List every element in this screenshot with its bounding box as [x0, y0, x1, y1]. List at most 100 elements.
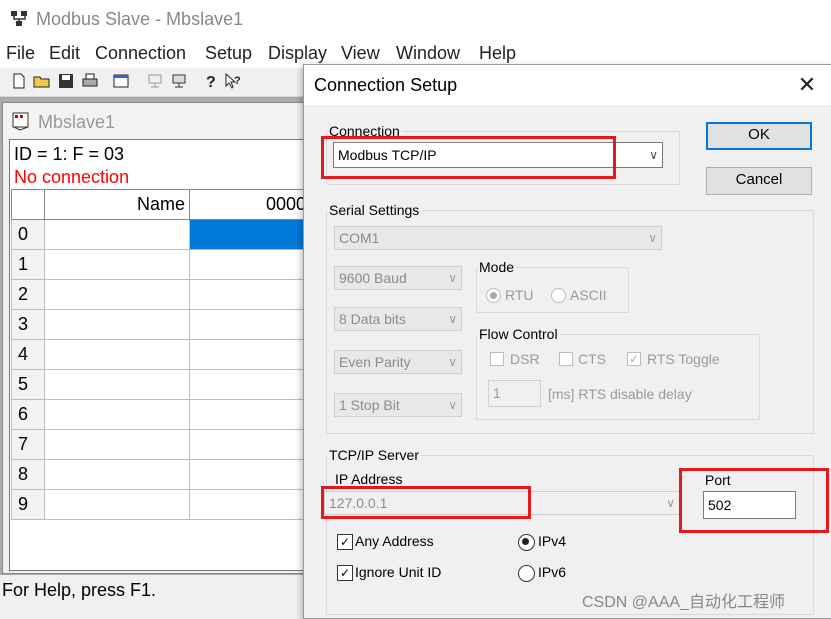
- help-icon[interactable]: ?: [201, 72, 219, 90]
- window-icon[interactable]: [112, 72, 130, 90]
- grid-cell[interactable]: [44, 459, 190, 490]
- grid-cell[interactable]: [44, 369, 190, 400]
- mode-label: Mode: [479, 259, 515, 275]
- mode-group: Mode: [476, 259, 629, 313]
- grid-cell[interactable]: [189, 369, 311, 400]
- grid-cell[interactable]: [44, 339, 190, 370]
- mode-ascii-label: ASCII: [570, 287, 607, 303]
- cts-checkbox[interactable]: [559, 352, 573, 366]
- row-header: 3: [11, 309, 45, 340]
- print-icon[interactable]: [81, 72, 99, 90]
- grid-cell[interactable]: [189, 489, 311, 520]
- any-address-label: Any Address: [355, 533, 434, 549]
- grid-cell[interactable]: [189, 249, 311, 280]
- grid-corner: [11, 189, 45, 220]
- menu-view[interactable]: View: [341, 43, 380, 64]
- slave-id-line: ID = 1: F = 03: [14, 144, 125, 164]
- menu-display[interactable]: Display: [268, 43, 327, 64]
- close-icon[interactable]: ✕: [792, 71, 822, 101]
- mbslave-child-window: Mbslave1 ID = 1: F = 03 No connection Na…: [2, 102, 314, 574]
- grid-header-address[interactable]: 0000: [189, 189, 311, 220]
- menu-edit[interactable]: Edit: [49, 43, 80, 64]
- grid-cell[interactable]: [44, 399, 190, 430]
- rts-toggle-checkbox[interactable]: ✓: [627, 352, 641, 366]
- highlight-ip-address: [321, 486, 531, 519]
- grid-cell[interactable]: [189, 309, 311, 340]
- stop-bits-select[interactable]: 1 Stop Bit ∨: [334, 393, 462, 417]
- new-file-icon[interactable]: [10, 72, 28, 90]
- ipv6-radio[interactable]: [518, 565, 535, 582]
- highlight-connection: [321, 136, 616, 179]
- grid-cell[interactable]: [44, 489, 190, 520]
- chevron-down-icon: ∨: [448, 312, 457, 326]
- grid-cell[interactable]: [189, 339, 311, 370]
- dsr-label: DSR: [510, 351, 540, 367]
- row-header: 1: [11, 249, 45, 280]
- menu-connection[interactable]: Connection: [95, 43, 186, 64]
- chevron-down-icon: ∨: [648, 231, 657, 245]
- rts-delay-input[interactable]: 1: [488, 380, 541, 407]
- any-address-checkbox[interactable]: ✓: [337, 534, 353, 550]
- mode-rtu-label: RTU: [505, 287, 534, 303]
- menu-file[interactable]: File: [6, 43, 35, 64]
- ignore-unit-id-checkbox[interactable]: ✓: [337, 565, 353, 581]
- app-titlebar: Modbus Slave - Mbslave1: [0, 0, 831, 40]
- parity-select[interactable]: Even Parity ∨: [334, 350, 462, 374]
- ignore-unit-id-label: Ignore Unit ID: [355, 564, 442, 580]
- dsr-checkbox[interactable]: [490, 352, 504, 366]
- connection-setup-dialog: Connection Setup ✕ Connection Modbus TCP…: [303, 64, 831, 619]
- flow-control-label: Flow Control: [479, 326, 558, 342]
- grid-header-name[interactable]: Name: [44, 189, 190, 220]
- grid-cell[interactable]: [189, 459, 311, 490]
- rts-delay-label: [ms] RTS disable delay: [548, 386, 692, 402]
- grid-cell[interactable]: [189, 279, 311, 310]
- row-header: 7: [11, 429, 45, 460]
- document-icon: [12, 112, 29, 131]
- row-header: 2: [11, 279, 45, 310]
- child-title: Mbslave1: [38, 112, 116, 132]
- context-help-icon[interactable]: ?: [224, 72, 242, 90]
- ipv6-label: IPv6: [538, 564, 567, 580]
- open-folder-icon[interactable]: [33, 72, 51, 90]
- menu-setup[interactable]: Setup: [205, 43, 252, 64]
- dialog-title: Connection Setup: [314, 75, 458, 95]
- chevron-down-icon: ∨: [448, 271, 457, 285]
- row-header: 0: [11, 219, 45, 250]
- mode-ascii-radio[interactable]: [551, 288, 566, 303]
- grid-cell[interactable]: [44, 279, 190, 310]
- ok-button[interactable]: OK: [706, 122, 812, 150]
- data-bits-select[interactable]: 8 Data bits ∨: [334, 307, 462, 331]
- baud-select[interactable]: 9600 Baud ∨: [334, 266, 462, 290]
- grid-cell[interactable]: [189, 429, 311, 460]
- mode-rtu-radio[interactable]: [486, 288, 501, 303]
- com-port-select[interactable]: COM1 ∨: [334, 226, 662, 250]
- save-icon[interactable]: [57, 72, 75, 90]
- dialog-titlebar: Connection Setup ✕: [304, 65, 831, 105]
- grid-cell[interactable]: [189, 399, 311, 430]
- connect-icon[interactable]: [146, 72, 164, 90]
- rts-toggle-label: RTS Toggle: [647, 351, 720, 367]
- grid-cell[interactable]: [44, 219, 190, 250]
- row-header: 5: [11, 369, 45, 400]
- ip-address-label: IP Address: [335, 471, 403, 487]
- row-header: 8: [11, 459, 45, 490]
- ipv4-label: IPv4: [538, 533, 567, 549]
- disconnect-icon[interactable]: [170, 72, 188, 90]
- svg-text:?: ?: [234, 75, 241, 87]
- serial-settings-label: Serial Settings: [329, 202, 420, 218]
- register-grid: Name 0000 0 1 2 3 4 5 6 7 8 9: [11, 189, 311, 520]
- ipv4-radio[interactable]: [518, 534, 535, 551]
- grid-cell[interactable]: [44, 309, 190, 340]
- chevron-down-icon: ∨: [649, 148, 658, 162]
- grid-cell[interactable]: [44, 429, 190, 460]
- data-bits-value: 8 Data bits: [339, 311, 406, 327]
- modbus-app-icon: [11, 11, 27, 26]
- row-header: 4: [11, 339, 45, 370]
- status-text: For Help, press F1.: [2, 580, 157, 600]
- grid-cell-selected[interactable]: [189, 219, 311, 250]
- cancel-button[interactable]: Cancel: [706, 167, 812, 195]
- menu-window[interactable]: Window: [396, 43, 460, 64]
- chevron-down-icon: ∨: [666, 496, 675, 510]
- menu-help[interactable]: Help: [479, 43, 516, 64]
- grid-cell[interactable]: [44, 249, 190, 280]
